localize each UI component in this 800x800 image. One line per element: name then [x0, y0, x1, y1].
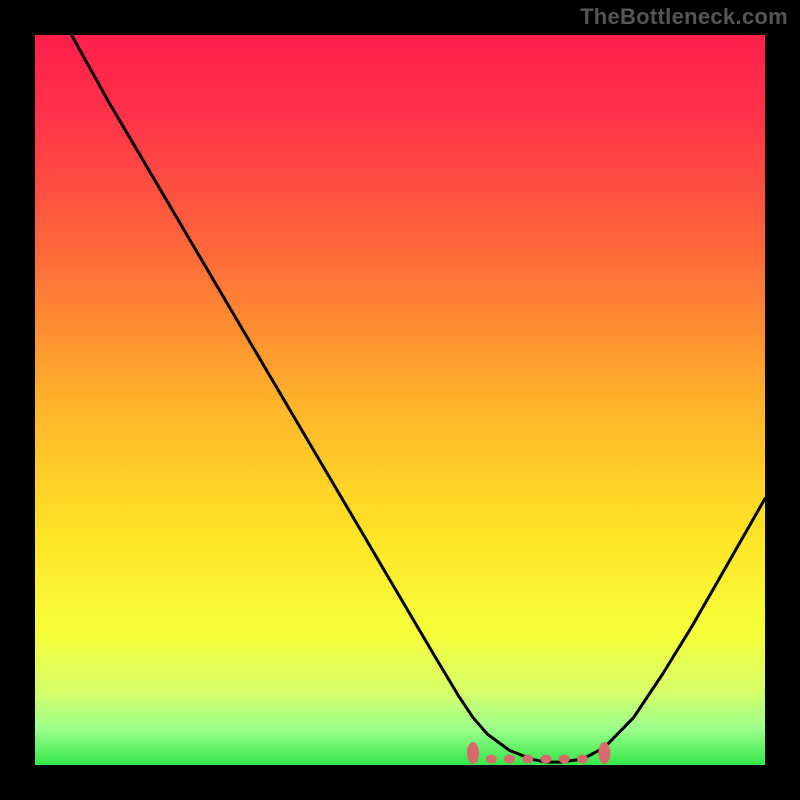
chart-canvas-wrapper: TheBottleneck.com	[0, 0, 800, 800]
flat-marker-icon	[559, 755, 570, 764]
flat-marker-icon	[541, 755, 552, 764]
flat-marker-icon	[598, 742, 610, 764]
bottleneck-chart	[35, 35, 765, 765]
gradient-background	[35, 35, 765, 765]
plot-frame	[35, 35, 765, 765]
flat-marker-icon	[486, 755, 497, 764]
flat-marker-icon	[577, 755, 588, 764]
flat-marker-icon	[504, 755, 515, 764]
flat-marker-icon	[467, 742, 479, 764]
attribution-text: TheBottleneck.com	[580, 4, 788, 30]
flat-marker-icon	[522, 755, 533, 764]
